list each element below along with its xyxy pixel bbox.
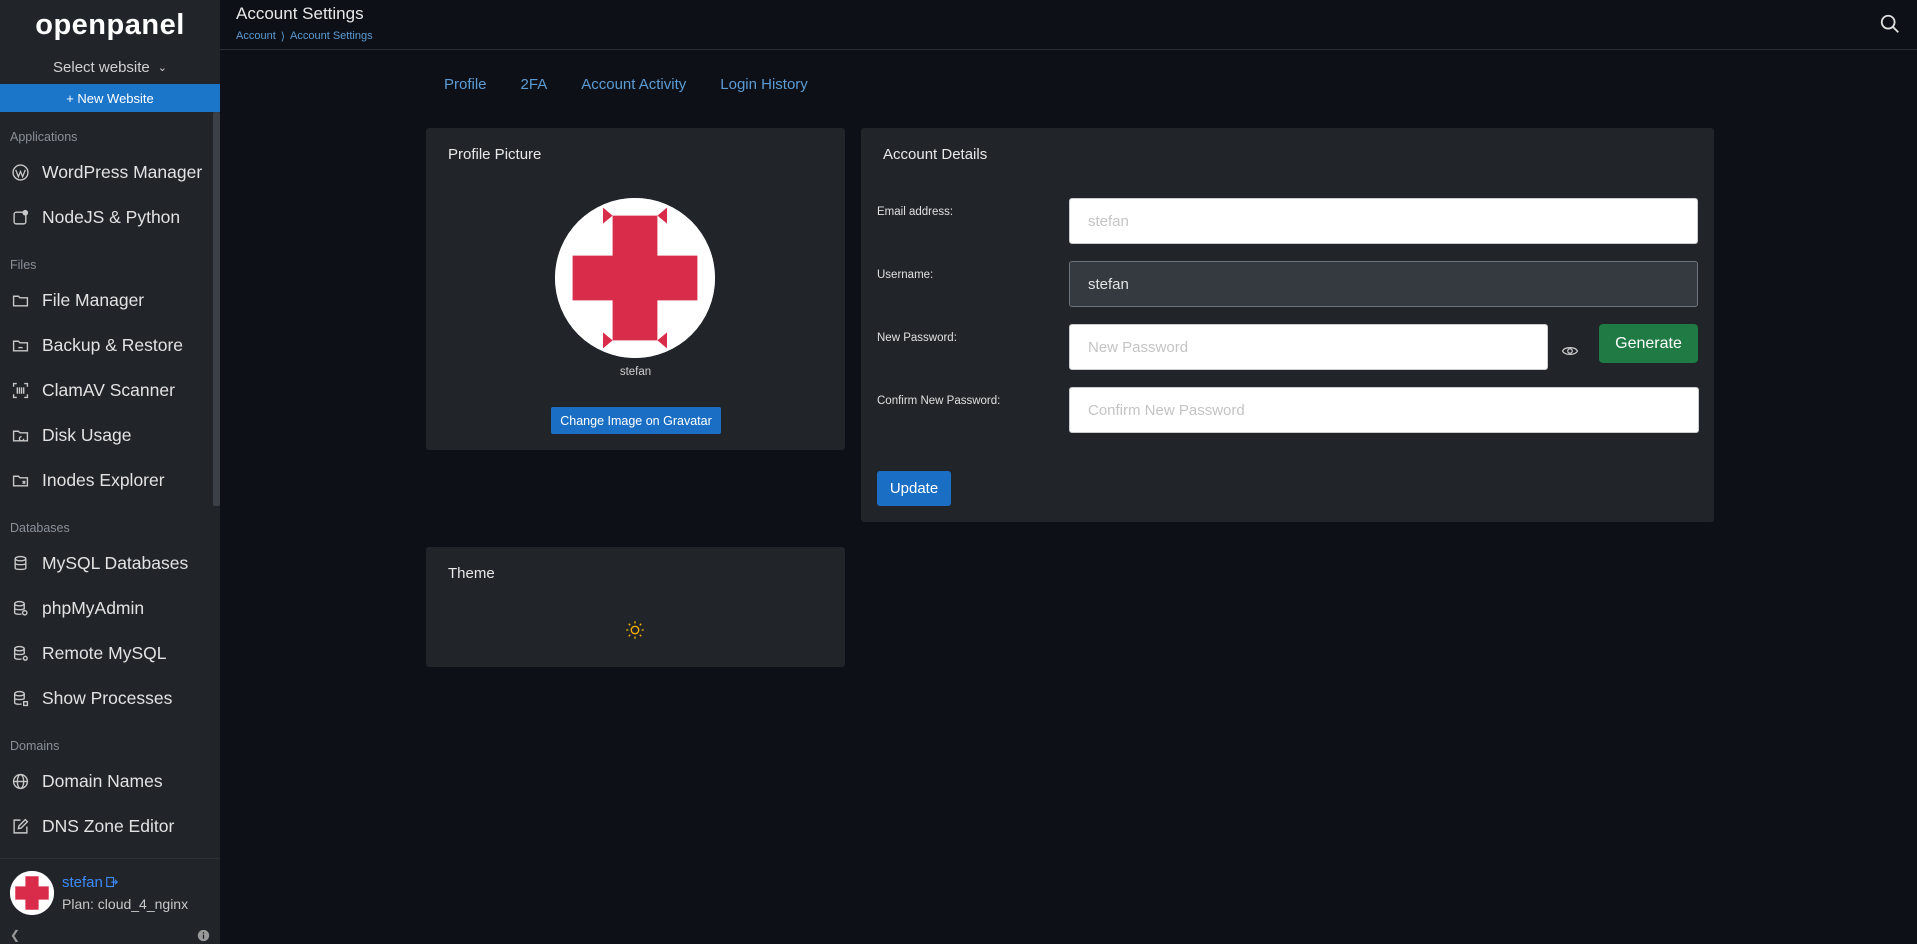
website-selector[interactable]: Select website ⌄ bbox=[0, 50, 220, 84]
user-name: stefan bbox=[62, 873, 103, 891]
logout-icon bbox=[106, 876, 118, 888]
folder-icon bbox=[12, 292, 29, 309]
confirm-password-placeholder: Confirm New Password bbox=[1088, 401, 1245, 419]
sidebar-item-label: MySQL Databases bbox=[42, 553, 189, 573]
confirm-password-field[interactable]: Confirm New Password bbox=[1069, 387, 1699, 433]
sidebar-section-label: Applications bbox=[10, 130, 78, 144]
breadcrumb-separator-icon: ⟩ bbox=[280, 31, 286, 43]
chevron-down-icon: ⌄ bbox=[157, 61, 167, 74]
sidebar-item-label: DNS Zone Editor bbox=[42, 816, 175, 836]
new-website-button[interactable]: + New Website bbox=[0, 84, 220, 112]
sidebar-section-label: Databases bbox=[10, 521, 70, 535]
sidebar-item-disk-usage[interactable]: Disk Usage bbox=[0, 413, 220, 458]
sidebar-scrollbar[interactable] bbox=[213, 112, 220, 506]
search-icon[interactable] bbox=[1879, 13, 1901, 35]
page-title: Account Settings bbox=[236, 4, 364, 23]
sidebar-item-label: NodeJS & Python bbox=[42, 207, 181, 227]
website-selector-label: Select website bbox=[53, 58, 150, 76]
email-label: Email address: bbox=[877, 206, 954, 218]
tab-account-activity[interactable]: Account Activity bbox=[581, 76, 686, 93]
change-gravatar-button[interactable]: Change Image on Gravatar bbox=[551, 407, 721, 434]
sidebar-item-label: Show Processes bbox=[42, 688, 173, 708]
avatar-caption: stefan bbox=[619, 366, 652, 378]
sidebar-item-mysql-databases[interactable]: MySQL Databases bbox=[0, 541, 220, 586]
database-cog-icon bbox=[12, 600, 29, 617]
user-panel: stefan Plan: cloud_4_nginx bbox=[0, 858, 220, 926]
sidebar-item-nodejs-python[interactable]: NodeJS & Python bbox=[0, 195, 220, 240]
sidebar-item-clamav-scanner[interactable]: ClamAV Scanner bbox=[0, 368, 220, 413]
database-remote-icon bbox=[12, 645, 29, 662]
breadcrumb-account-settings[interactable]: Account Settings bbox=[290, 30, 373, 43]
edit-icon bbox=[12, 818, 29, 835]
globe-icon bbox=[12, 773, 29, 790]
tab-2fa[interactable]: 2FA bbox=[521, 76, 548, 93]
sidebar-item-backup-restore[interactable]: Backup & Restore bbox=[0, 323, 220, 368]
sidebar-item-label: Disk Usage bbox=[42, 425, 132, 445]
folder-x-icon bbox=[12, 472, 29, 489]
database-process-icon bbox=[12, 690, 29, 707]
brand-logo[interactable]: openpanel bbox=[0, 0, 220, 50]
sidebar-item-label: Backup & Restore bbox=[42, 335, 184, 355]
collapse-sidebar-icon[interactable]: ❮ bbox=[10, 928, 20, 942]
sidebar-footer: ❮ bbox=[0, 926, 220, 944]
sidebar-item-label: Inodes Explorer bbox=[42, 470, 165, 490]
account-details-card: Account Details Email address: stefan Us… bbox=[861, 128, 1714, 522]
card-title: Profile Picture bbox=[448, 146, 542, 163]
card-title: Account Details bbox=[883, 146, 988, 163]
new-password-placeholder: New Password bbox=[1088, 338, 1189, 356]
wordpress-icon bbox=[12, 164, 29, 181]
folder-chart-icon bbox=[12, 427, 29, 444]
card-title: Theme bbox=[448, 565, 495, 582]
database-icon bbox=[12, 555, 29, 572]
email-field[interactable]: stefan bbox=[1069, 198, 1698, 244]
theme-card: Theme bbox=[426, 547, 845, 667]
sidebar-item-file-manager[interactable]: File Manager bbox=[0, 278, 220, 323]
sidebar-item-dns-zone-editor[interactable]: DNS Zone Editor bbox=[0, 804, 220, 849]
breadcrumb-account[interactable]: Account bbox=[236, 30, 276, 43]
sidebar-section-label: Files bbox=[10, 258, 37, 272]
barcode-scan-icon bbox=[12, 382, 29, 399]
sidebar-item-label: Remote MySQL bbox=[42, 643, 167, 663]
sidebar-item-label: ClamAV Scanner bbox=[42, 380, 175, 400]
profile-picture-card: Profile Picture stefan Change Image on G… bbox=[426, 128, 845, 450]
sidebar-item-label: Domain Names bbox=[42, 771, 163, 791]
new-password-label: New Password: bbox=[877, 332, 957, 344]
sun-icon[interactable] bbox=[625, 620, 645, 640]
username-field[interactable]: stefan bbox=[1069, 261, 1698, 307]
email-placeholder: stefan bbox=[1088, 212, 1129, 230]
update-button[interactable]: Update bbox=[877, 471, 951, 506]
top-bar: Account Settings Account ⟩ Account Setti… bbox=[220, 0, 1917, 50]
generate-password-button[interactable]: Generate bbox=[1599, 324, 1698, 363]
new-password-field[interactable]: New Password bbox=[1069, 324, 1548, 370]
info-icon[interactable] bbox=[197, 929, 210, 942]
sidebar-item-label: File Manager bbox=[42, 290, 145, 310]
username-label: Username: bbox=[877, 269, 934, 281]
avatar[interactable] bbox=[10, 870, 54, 915]
sidebar-item-phpmyadmin[interactable]: phpMyAdmin bbox=[0, 586, 220, 631]
sidebar-item-label: phpMyAdmin bbox=[42, 598, 145, 618]
app-icon bbox=[12, 209, 29, 226]
sidebar-item-domain-names[interactable]: Domain Names bbox=[0, 759, 220, 804]
folder-sync-icon bbox=[12, 337, 29, 354]
profile-avatar bbox=[555, 198, 715, 358]
username-value: stefan bbox=[1088, 275, 1129, 293]
sidebar-item-remote-mysql[interactable]: Remote MySQL bbox=[0, 631, 220, 676]
confirm-password-label: Confirm New Password: bbox=[877, 395, 1001, 407]
sidebar-section-label: Domains bbox=[10, 739, 60, 753]
sidebar-item-label: WordPress Manager bbox=[42, 162, 203, 182]
sidebar-nav: Applications WordPress Manager NodeJS & Py… bbox=[0, 130, 220, 849]
eye-icon[interactable] bbox=[1561, 342, 1579, 360]
sidebar-item-inodes-explorer[interactable]: Inodes Explorer bbox=[0, 458, 220, 503]
user-name-link[interactable]: stefan bbox=[62, 874, 188, 891]
breadcrumb: Account ⟩ Account Settings bbox=[236, 30, 373, 43]
sidebar-item-wordpress-manager[interactable]: WordPress Manager bbox=[0, 150, 220, 195]
settings-tabs: Profile 2FA Account Activity Login Histo… bbox=[444, 76, 842, 93]
sidebar: openpanel Select website ⌄ + New Website… bbox=[0, 0, 220, 944]
tab-profile[interactable]: Profile bbox=[444, 76, 487, 93]
user-plan: Plan: cloud_4_nginx bbox=[62, 895, 189, 912]
tab-login-history[interactable]: Login History bbox=[720, 76, 808, 93]
sidebar-item-show-processes[interactable]: Show Processes bbox=[0, 676, 220, 721]
